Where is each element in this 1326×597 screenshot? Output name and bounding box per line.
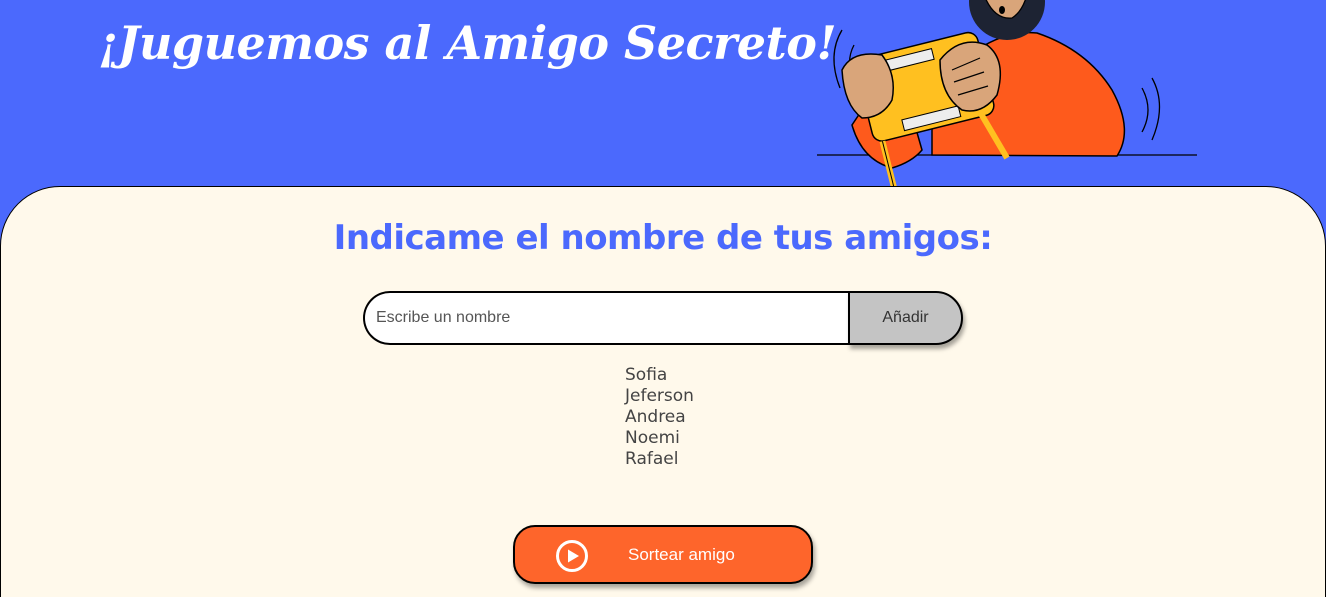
play-circle-icon: [556, 540, 588, 572]
section-title: Indicame el nombre de tus amigos:: [333, 218, 993, 258]
list-item: Sofia: [625, 365, 668, 385]
person-playing-game-console-illustration: [817, 0, 1197, 190]
list-item: Andrea: [625, 407, 686, 427]
header-banner: ¡Juguemos al Amigo Secreto!: [0, 0, 1326, 200]
input-row: Añadir: [363, 291, 963, 345]
list-item: Noemi: [625, 428, 680, 448]
list-item: Jeferson: [625, 386, 694, 406]
friend-name-input[interactable]: [363, 291, 850, 345]
draw-friend-button[interactable]: Sortear amigo: [513, 525, 813, 584]
draw-button-label: Sortear amigo: [628, 545, 735, 564]
friend-list: Sofia Jeferson Andrea Noemi Rafael: [625, 365, 694, 470]
list-item: Rafael: [625, 449, 679, 469]
add-friend-button[interactable]: Añadir: [848, 291, 963, 345]
page-title: ¡Juguemos al Amigo Secreto!: [98, 16, 837, 70]
